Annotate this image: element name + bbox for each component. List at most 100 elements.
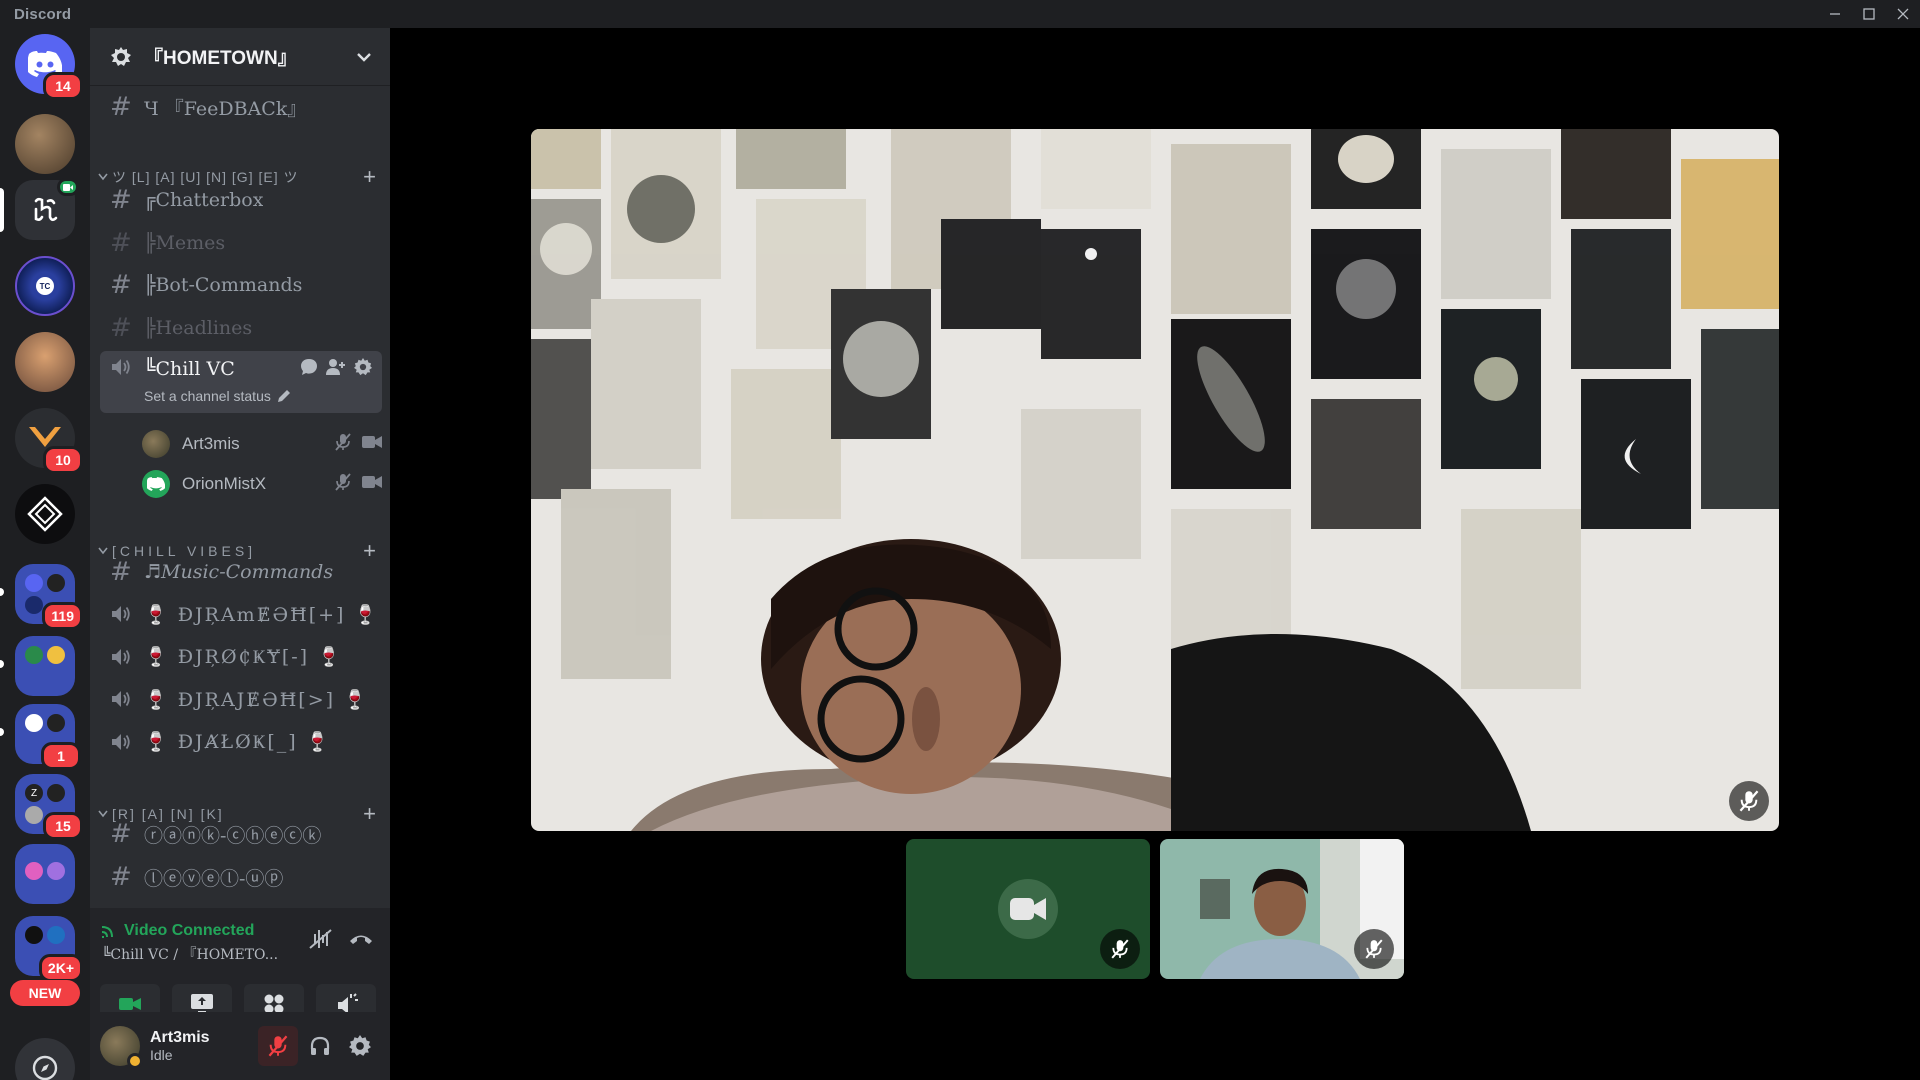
maximize-button[interactable]	[1852, 0, 1886, 28]
new-unreads-pill[interactable]: NEW	[10, 980, 80, 1006]
server-hometown[interactable]	[15, 178, 79, 240]
video-tile-participant[interactable]	[1160, 839, 1404, 979]
status-hint: Set a channel status	[144, 388, 271, 404]
speaker-icon	[110, 604, 144, 624]
server-folder[interactable]	[15, 844, 75, 904]
channel-label: ╠Memes	[144, 232, 226, 254]
video-stage	[390, 28, 1920, 1080]
channel-label: ⓡⓐⓝⓚ-ⓒⓗⓔⓒⓚ	[144, 824, 322, 847]
hash-icon: #	[110, 185, 132, 215]
waveform-off-icon	[309, 929, 332, 949]
chevron-down-icon	[357, 52, 371, 62]
channel-label: ╠Bot-Commands	[144, 274, 303, 296]
speaker-icon	[110, 647, 144, 667]
server-folder[interactable]: 1	[15, 704, 81, 770]
window-controls	[1818, 0, 1920, 28]
invite-members-icon[interactable]	[326, 358, 346, 380]
channel-feedback[interactable]: # Ч 『FeeDBACk』	[100, 88, 382, 126]
mic-muted-icon	[1100, 929, 1140, 969]
server-icon[interactable]	[15, 114, 75, 174]
server-icon[interactable]	[15, 332, 75, 392]
server-folder[interactable]: Z 15	[15, 774, 83, 840]
channel-label: 🍷 ĐJŖAmɆƏĦ[+] 🍷	[144, 603, 380, 626]
focused-video-feed[interactable]	[531, 129, 1779, 831]
user-status: Idle	[150, 1047, 173, 1063]
channel-headlines[interactable]: # ╠Headlines	[100, 309, 382, 347]
avatar	[142, 470, 170, 498]
mention-badge: 2K+	[38, 954, 83, 982]
disconnect-button[interactable]	[348, 930, 374, 952]
channel-label: ♬Music-Commands	[144, 561, 334, 583]
mic-muted-icon	[334, 473, 352, 495]
noise-suppression-button[interactable]	[308, 928, 334, 954]
member-name: Art3mis	[182, 434, 240, 453]
voice-location[interactable]: ╚Chill VC / 『HOMETO...	[102, 944, 278, 964]
minimize-icon	[1830, 13, 1840, 15]
server-rail: 14 TC 10 119 1 Z 15 2K+ NEW	[0, 28, 90, 1080]
mic-muted-icon	[1354, 929, 1394, 969]
home-button[interactable]: 14	[15, 34, 83, 100]
channel-label: Ч 『FeeDBACk』	[144, 97, 307, 120]
voice-channel[interactable]: 🍷 ĐJȺŁØҜ[_] 🍷	[100, 723, 382, 761]
user-settings-button[interactable]	[340, 1026, 380, 1066]
hash-icon: #	[110, 313, 132, 343]
camera-off-avatar	[998, 879, 1058, 939]
avatar[interactable]	[100, 1026, 143, 1069]
channel-chatterbox[interactable]: # ╔Chatterbox	[100, 181, 382, 219]
chat-bubble-icon[interactable]	[300, 358, 318, 380]
server-folder[interactable]: 119	[15, 564, 83, 630]
hash-icon: #	[110, 270, 132, 300]
voice-channel[interactable]: 🍷 ĐJŖAmɆƏĦ[+] 🍷	[100, 595, 382, 633]
server-icon[interactable]	[15, 484, 75, 544]
webcam-image	[531, 129, 1779, 831]
minimize-button[interactable]	[1818, 0, 1852, 28]
mention-badge: 1	[41, 742, 81, 770]
unread-indicator	[0, 728, 4, 736]
server-folder[interactable]: 2K+	[15, 916, 83, 982]
set-status-link[interactable]: Set a channel status	[144, 388, 291, 404]
voice-member[interactable]: Art3mis	[142, 426, 382, 462]
channel-bot-commands[interactable]: # ╠Bot-Commands	[100, 266, 382, 304]
hash-icon: #	[110, 228, 132, 258]
mute-button[interactable]	[258, 1026, 298, 1066]
mention-badge: 14	[43, 72, 83, 100]
settings-icon[interactable]	[354, 358, 372, 380]
channel-label: ╔Chatterbox	[144, 189, 264, 211]
mic-muted-icon	[334, 433, 352, 455]
headphones-icon	[310, 1036, 330, 1055]
deafen-button[interactable]	[300, 1026, 340, 1066]
close-icon	[1897, 8, 1909, 20]
explore-button[interactable]	[15, 1038, 75, 1080]
pencil-icon	[277, 390, 290, 402]
member-name: OrionMistX	[182, 474, 267, 493]
unread-indicator	[0, 660, 4, 668]
server-header[interactable]: 『HOMETOWN』	[90, 28, 390, 86]
voice-channel[interactable]: 🍷 ĐJŖØ₵ҜɎ[-] 🍷	[100, 638, 382, 676]
discord-logo-icon	[147, 477, 165, 491]
connection-status[interactable]: Video Connected	[100, 922, 254, 940]
mention-badge: 15	[43, 812, 83, 840]
video-icon	[119, 998, 141, 1010]
maximize-icon	[1863, 8, 1875, 20]
server-icon[interactable]: TC	[15, 256, 75, 316]
server-folder[interactable]	[15, 636, 75, 696]
channel-music-commands[interactable]: # ♬Music-Commands	[100, 553, 382, 591]
voice-member[interactable]: OrionMistX	[142, 466, 382, 502]
hang-up-icon	[350, 935, 372, 944]
hometown-logo-icon	[34, 197, 58, 222]
channel-level-up[interactable]: # ⓛⓔⓥⓔⓛ-ⓤⓟ	[100, 858, 382, 896]
username: Art3mis	[150, 1029, 210, 1046]
channel-rank-check[interactable]: # ⓡⓐⓝⓚ-ⓒⓗⓔⓒⓚ	[100, 815, 382, 853]
unread-indicator	[0, 588, 4, 596]
channel-label: 🍷 ĐJȺŁØҜ[_] 🍷	[144, 731, 332, 753]
video-icon	[362, 474, 382, 494]
user-info[interactable]: Art3mis Idle	[150, 1029, 258, 1063]
server-icon[interactable]: 10	[15, 408, 83, 474]
hash-icon: #	[110, 819, 132, 849]
video-tile-camera-off[interactable]	[906, 839, 1150, 979]
selected-indicator	[0, 188, 4, 232]
channel-memes[interactable]: # ╠Memes	[100, 224, 382, 262]
voice-channel[interactable]: 🍷 ĐJŖAJɆƏĦ[>] 🍷	[100, 680, 382, 718]
close-button[interactable]	[1886, 0, 1920, 28]
voice-channel-active[interactable]: ╚Chill VC Set a channel status	[100, 351, 382, 413]
